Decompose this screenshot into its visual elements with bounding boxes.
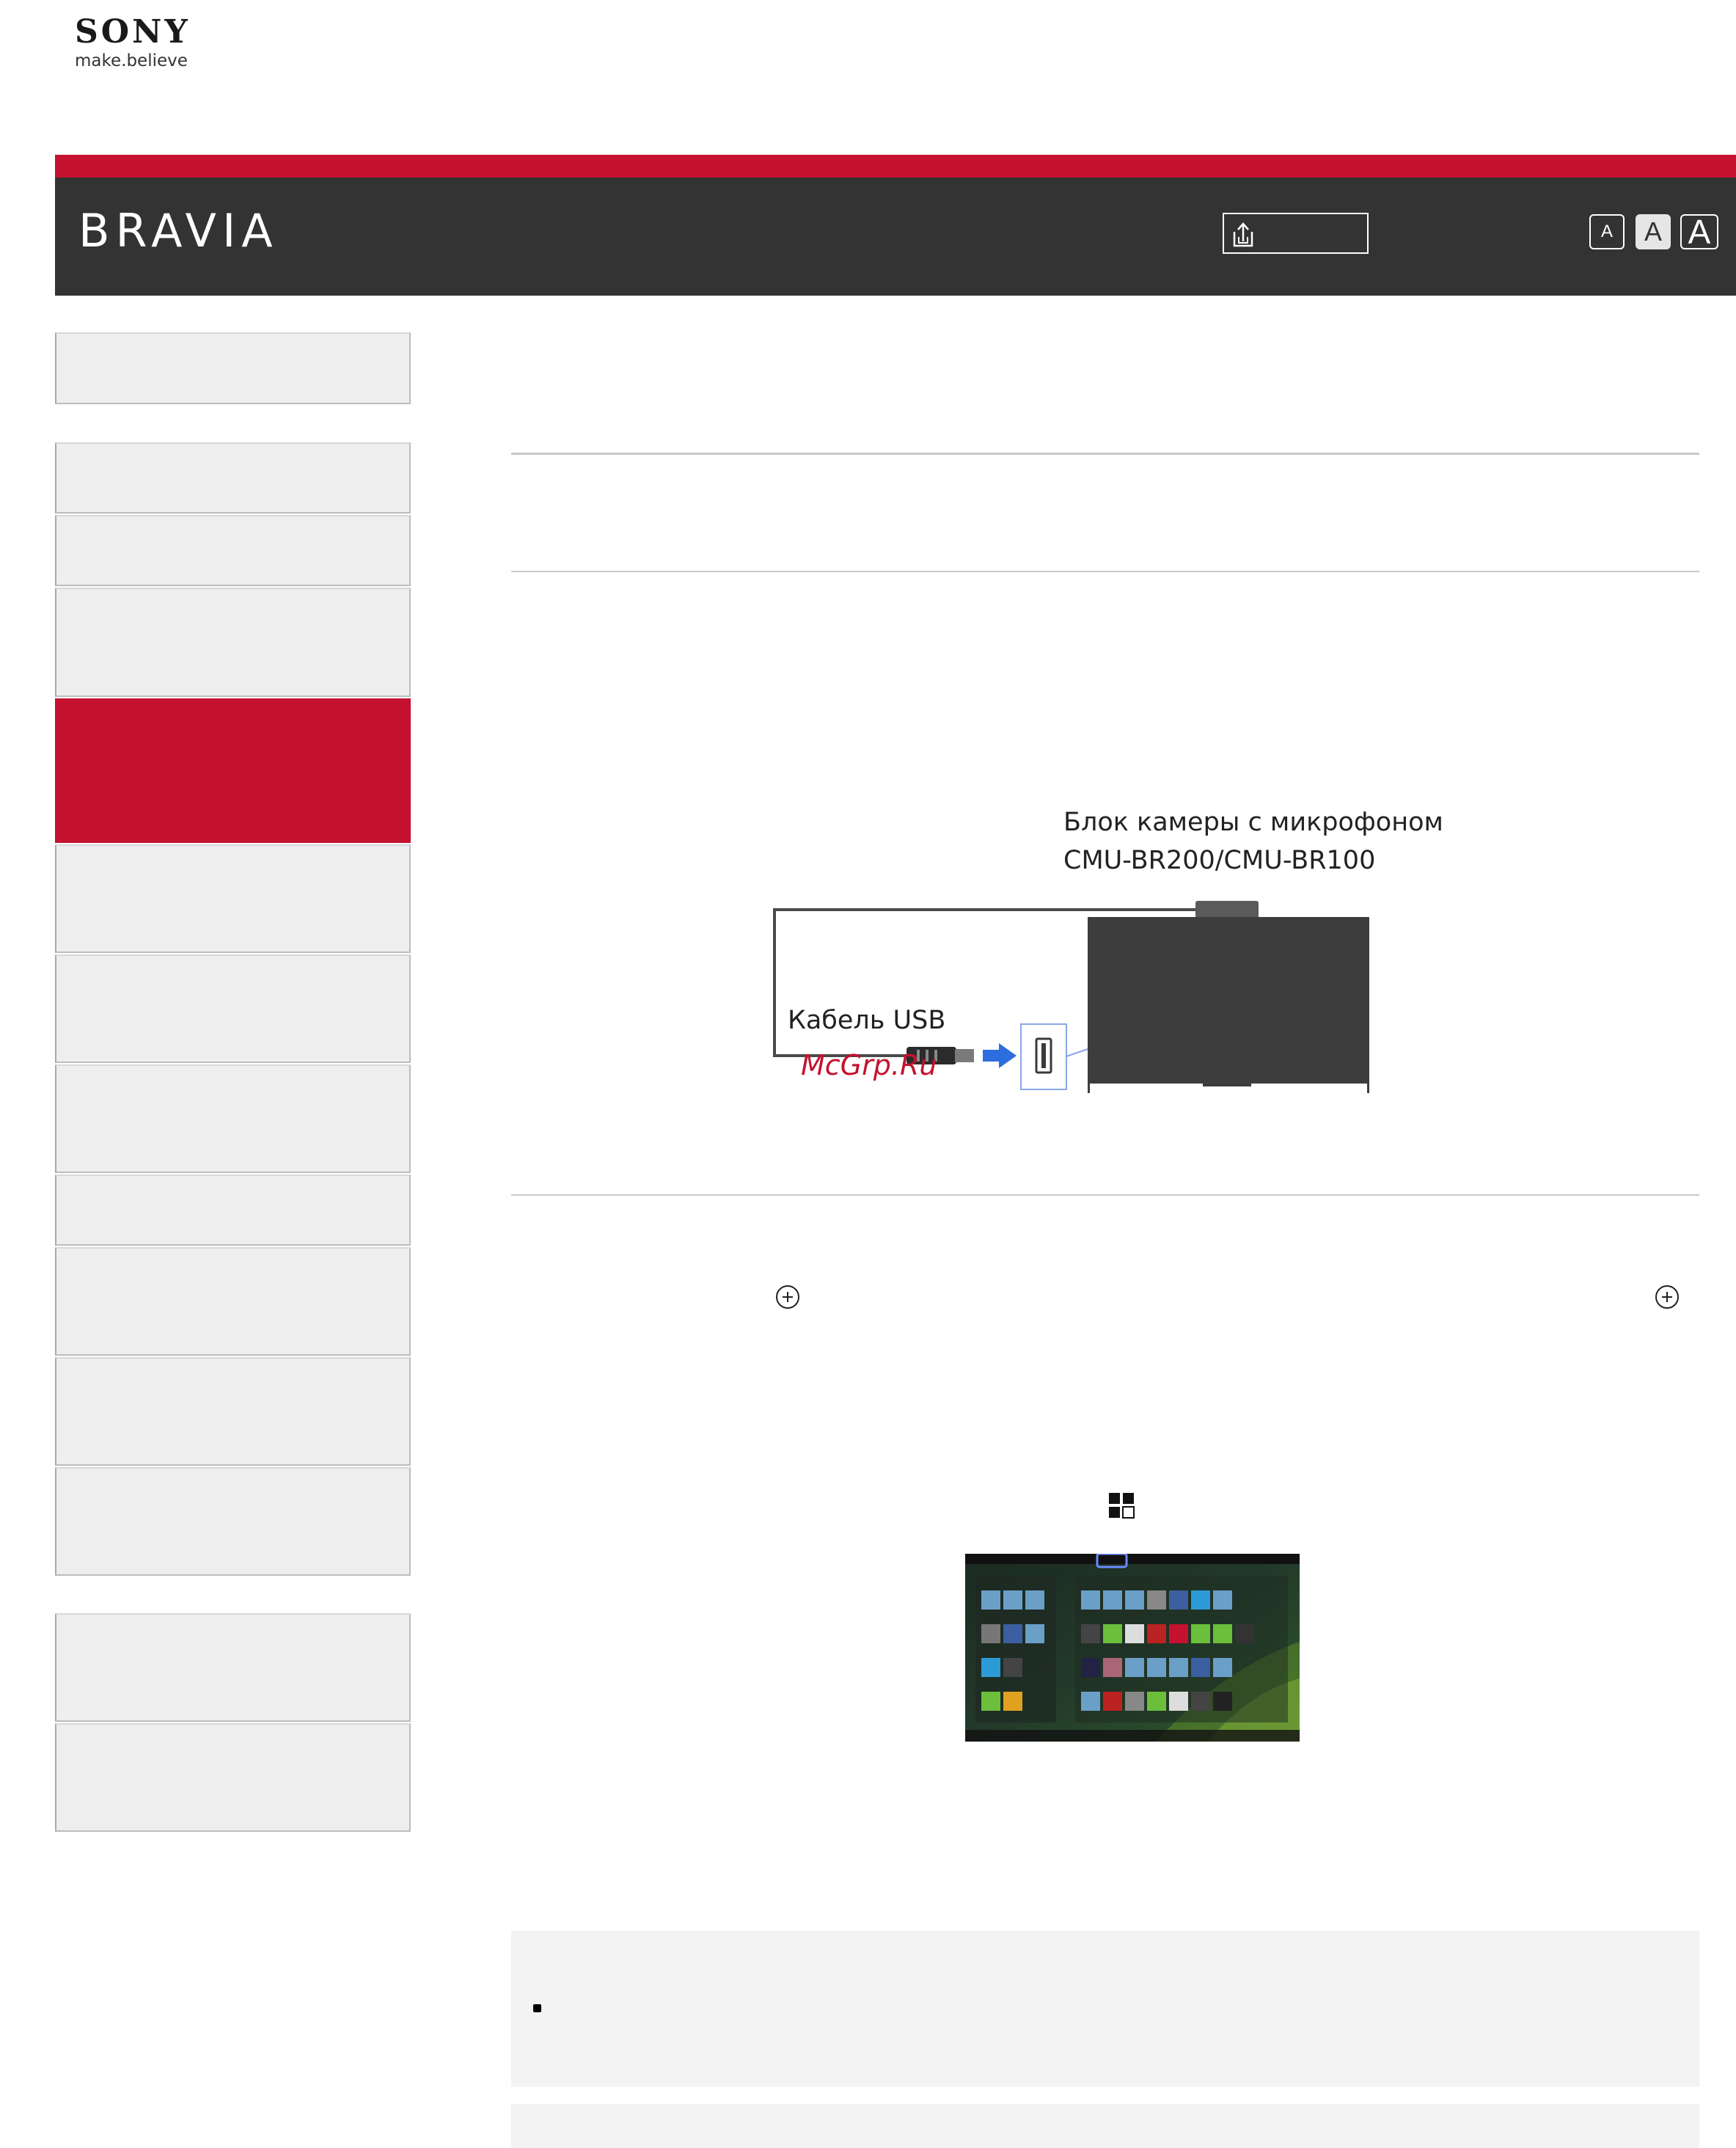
header-accent-strip	[55, 155, 1736, 178]
home-menu-screenshot	[965, 1554, 1300, 1742]
header-bar: BRAVIA A A A	[55, 178, 1736, 296]
sidebar-item-active[interactable]	[55, 698, 411, 843]
share-button[interactable]	[1223, 213, 1369, 254]
watermark: McGrp.Ru	[801, 1049, 937, 1081]
sidebar-item-1[interactable]	[55, 442, 411, 514]
sony-wordmark: SONY	[75, 13, 191, 51]
camera-label-line1: Блок камеры с микрофоном	[1063, 808, 1443, 837]
connection-diagram: Блок камеры с микрофоном CMU-BR200/CMU-B…	[763, 800, 1443, 1115]
product-title: BRAVIA	[78, 204, 279, 257]
sony-logo: SONY make.believe	[75, 16, 221, 78]
camera-unit	[1195, 901, 1259, 918]
sidebar-item-9[interactable]	[55, 1247, 411, 1356]
section-divider	[511, 1194, 1699, 1196]
section-divider	[511, 571, 1699, 572]
home-menu-screenshot-graphic	[965, 1554, 1300, 1742]
sidebar-item-6[interactable]	[55, 954, 411, 1063]
sidebar-item-8[interactable]	[55, 1175, 411, 1246]
font-size-large-button[interactable]: A	[1680, 213, 1718, 251]
sidebar-item-10[interactable]	[55, 1357, 411, 1466]
apps-icon	[1109, 1493, 1135, 1519]
note-box	[511, 1931, 1699, 2087]
font-size-small-button[interactable]: A	[1589, 214, 1625, 249]
enter-button-icon	[776, 1285, 799, 1309]
sidebar-item-5[interactable]	[55, 844, 411, 953]
share-icon	[1233, 222, 1253, 247]
usb-cable-label: Кабель USB	[788, 1006, 946, 1035]
section-divider	[511, 453, 1699, 455]
enter-button-icon	[1655, 1285, 1679, 1309]
sidebar-item-12[interactable]	[55, 1613, 411, 1722]
sidebar-item-top[interactable]	[55, 332, 411, 404]
insert-arrow	[983, 1043, 1017, 1068]
note-box	[511, 2104, 1699, 2148]
tv-body	[1088, 917, 1369, 1084]
sidebar-item-7[interactable]	[55, 1064, 411, 1173]
bullet-icon	[533, 2004, 541, 2012]
sidebar-item-3[interactable]	[55, 588, 411, 697]
sidebar-item-11[interactable]	[55, 1467, 411, 1576]
sony-tagline: make.believe	[75, 51, 188, 70]
camera-label-line2: CMU-BR200/CMU-BR100	[1063, 846, 1376, 875]
sidebar-item-13[interactable]	[55, 1723, 411, 1832]
sidebar-item-2[interactable]	[55, 515, 411, 586]
font-size-medium-button[interactable]: A	[1636, 214, 1671, 249]
